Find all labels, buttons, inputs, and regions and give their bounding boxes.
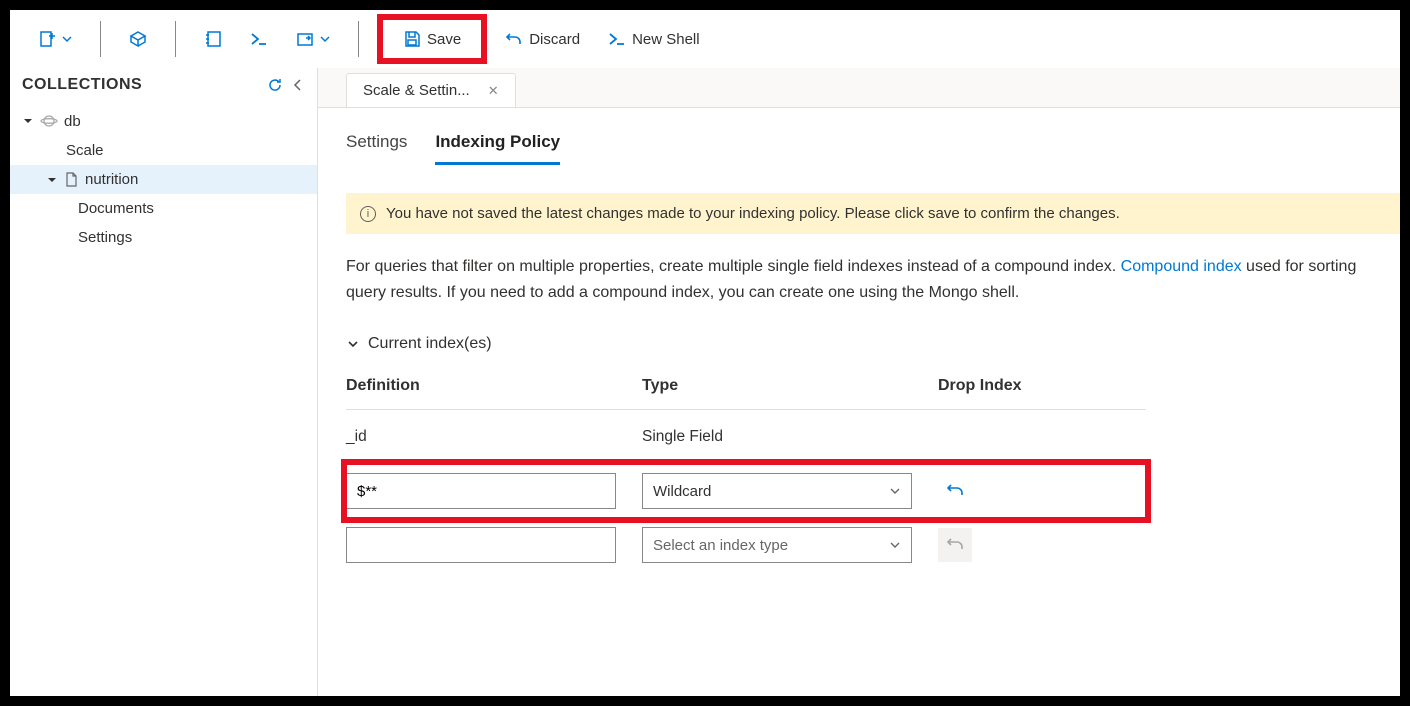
header-definition: Definition (346, 377, 642, 395)
separator (100, 21, 101, 57)
tree-scale-node[interactable]: Scale (10, 136, 317, 165)
table-row: Wildcard (346, 464, 1146, 518)
definition-cell: _id (346, 428, 642, 446)
terminal-icon (608, 30, 626, 48)
shell-button[interactable] (240, 24, 278, 54)
caret-down-icon (46, 174, 58, 186)
tabstrip: Scale & Settin... ✕ (318, 68, 1400, 108)
chevron-down-icon (320, 34, 330, 44)
tree-documents-node[interactable]: Documents (10, 194, 317, 223)
definition-input[interactable] (346, 527, 616, 563)
tab-scale-settings[interactable]: Scale & Settin... ✕ (346, 73, 516, 107)
database-icon (40, 112, 58, 130)
folder-open-icon (296, 30, 314, 48)
discard-button[interactable]: Discard (495, 24, 590, 54)
discard-label: Discard (529, 31, 580, 48)
undo-index-button-disabled (938, 528, 972, 562)
section-title: Current index(es) (368, 335, 492, 353)
header-drop: Drop Index (938, 377, 1138, 395)
tree-collection-node[interactable]: nutrition (10, 165, 317, 194)
unsaved-changes-banner: i You have not saved the latest changes … (346, 193, 1400, 234)
save-button[interactable]: Save (377, 14, 487, 64)
db-name: db (64, 113, 81, 130)
chevron-down-icon (346, 337, 360, 351)
save-icon (403, 30, 421, 48)
banner-text: You have not saved the latest changes ma… (386, 205, 1120, 222)
type-select[interactable]: Select an index type (642, 527, 912, 563)
compound-index-link[interactable]: Compound index (1121, 258, 1242, 275)
separator (358, 21, 359, 57)
open-dropdown-button[interactable] (286, 24, 340, 54)
documents-label: Documents (78, 200, 154, 217)
terminal-icon (250, 30, 268, 48)
sidebar: COLLECTIONS db (10, 68, 318, 696)
new-dropdown-button[interactable] (28, 24, 82, 54)
type-select[interactable]: Wildcard (642, 473, 912, 509)
scale-label: Scale (66, 142, 104, 159)
new-database-icon (38, 30, 56, 48)
collection-name: nutrition (85, 171, 138, 188)
tab-label: Scale & Settin... (363, 82, 470, 99)
table-row: _id Single Field (346, 410, 1146, 464)
settings-label: Settings (78, 229, 132, 246)
table-header: Definition Type Drop Index (346, 377, 1146, 410)
chevron-down-icon (889, 539, 901, 551)
tree-db-node[interactable]: db (10, 106, 317, 136)
save-label: Save (427, 31, 461, 48)
tree-settings-node[interactable]: Settings (10, 223, 317, 252)
toolbar: Save Discard New Shell (10, 10, 1400, 68)
subtab-settings[interactable]: Settings (346, 132, 407, 165)
collections-title: COLLECTIONS (22, 76, 142, 94)
collapse-panel-icon[interactable] (291, 78, 305, 92)
type-cell: Single Field (642, 428, 938, 446)
main-panel: Scale & Settin... ✕ Settings Indexing Po… (318, 68, 1400, 696)
separator (175, 21, 176, 57)
sub-tabs: Settings Indexing Policy (346, 132, 1400, 165)
info-icon: i (360, 206, 376, 222)
notebook-icon (204, 30, 222, 48)
new-shell-button[interactable]: New Shell (598, 24, 710, 54)
type-select-placeholder: Select an index type (653, 537, 788, 554)
indexing-description: For queries that filter on multiple prop… (346, 254, 1400, 305)
current-indexes-header[interactable]: Current index(es) (346, 335, 1400, 353)
type-select-value: Wildcard (653, 483, 711, 500)
close-icon[interactable]: ✕ (488, 83, 499, 99)
sidebar-header: COLLECTIONS (10, 68, 317, 102)
cube-button[interactable] (119, 24, 157, 54)
caret-down-icon (22, 115, 34, 127)
notebook-button[interactable] (194, 24, 232, 54)
refresh-icon[interactable] (267, 77, 283, 93)
definition-input[interactable] (346, 473, 616, 509)
new-shell-label: New Shell (632, 31, 700, 48)
table-row: Select an index type (346, 518, 1146, 572)
chevron-down-icon (889, 485, 901, 497)
undo-icon (505, 30, 523, 48)
undo-index-button[interactable] (938, 474, 972, 508)
tree: db Scale nutrition Documents (10, 102, 317, 256)
document-icon (64, 172, 79, 187)
settings-panel: Settings Indexing Policy i You have not … (318, 108, 1400, 696)
chevron-down-icon (62, 34, 72, 44)
cube-icon (129, 30, 147, 48)
header-type: Type (642, 377, 938, 395)
index-table: Definition Type Drop Index _id Single Fi… (346, 377, 1146, 572)
subtab-indexing-policy[interactable]: Indexing Policy (435, 132, 560, 165)
